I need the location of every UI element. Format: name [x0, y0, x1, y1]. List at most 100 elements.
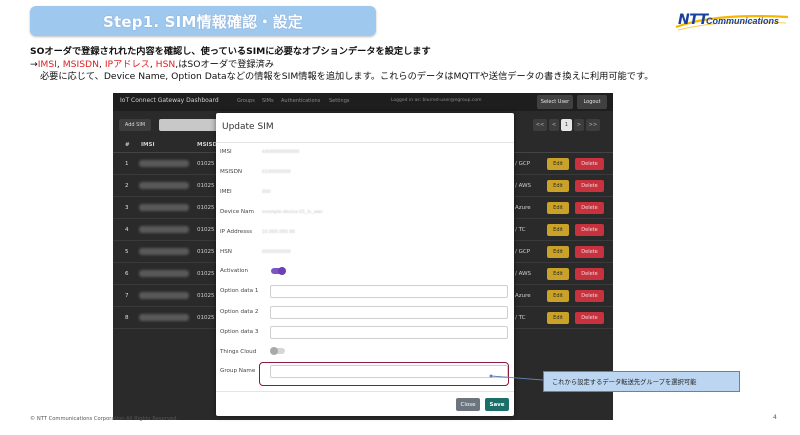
row-msisdn: 01025 — [197, 293, 215, 299]
edit-button[interactable]: Edit — [547, 246, 569, 258]
delete-button[interactable]: Delete — [575, 290, 604, 302]
row-msisdn: 01025 — [197, 183, 215, 189]
group-name-highlight-box — [259, 362, 509, 386]
logo-communications-text: Communications — [706, 16, 780, 26]
imsi-blurred — [139, 182, 189, 189]
things-cloud-label: Things Cloud — [220, 349, 257, 355]
row-cloud: / TC — [515, 227, 526, 233]
imsi-blurred — [139, 292, 189, 299]
option-data-1-input[interactable] — [270, 285, 508, 298]
group-name-label: Group Name — [220, 368, 256, 374]
imsi-blurred — [139, 248, 189, 255]
ip-address-value: 10.000.000.00 — [262, 230, 295, 235]
row-number: 4 — [125, 227, 129, 233]
logout-button[interactable]: Logout — [577, 95, 607, 109]
msisdn-label: MSISDN — [220, 169, 243, 175]
edit-button[interactable]: Edit — [547, 224, 569, 236]
edit-button[interactable]: Edit — [547, 202, 569, 214]
delete-button[interactable]: Delete — [575, 224, 604, 236]
option-data-2-label: Option data 2 — [220, 309, 259, 315]
edit-button[interactable]: Edit — [547, 180, 569, 192]
page-prev-button[interactable]: < — [549, 119, 559, 131]
imsi-blurred — [139, 314, 189, 321]
edit-button[interactable]: Edit — [547, 158, 569, 170]
activation-label: Activation — [220, 268, 249, 274]
delete-button[interactable]: Delete — [575, 202, 604, 214]
modal-header-divider — [216, 142, 514, 143]
step-banner: Step1. SIM情報確認・設定 — [30, 6, 376, 36]
imsi-blurred — [139, 270, 189, 277]
row-msisdn: 01025 — [197, 161, 215, 167]
row-number: 7 — [125, 293, 129, 299]
page-number: 4 — [773, 414, 777, 421]
delete-button[interactable]: Delete — [575, 312, 604, 324]
nav-link-settings[interactable]: Settings — [329, 98, 350, 104]
page-first-button[interactable]: << — [533, 119, 547, 131]
top-navbar: IoT Connect Gateway Dashboard Groups SIM… — [113, 93, 613, 111]
delete-button[interactable]: Delete — [575, 246, 604, 258]
edit-button[interactable]: Edit — [547, 268, 569, 280]
imei-label: IMEI — [220, 189, 232, 195]
page-next-button[interactable]: > — [574, 119, 584, 131]
description-line-1: SOオーダで登録されれた内容を確認し、使っているSIMに必要なオプションデータを… — [30, 46, 431, 57]
row-cloud: Azure — [515, 205, 531, 211]
imsi-blurred — [139, 226, 189, 233]
row-cloud: / AWS — [515, 183, 531, 189]
activation-toggle[interactable] — [271, 267, 286, 275]
row-number: 2 — [125, 183, 129, 189]
row-cloud: Azure — [515, 293, 531, 299]
add-sim-button[interactable]: Add SIM — [119, 119, 151, 131]
edit-button[interactable]: Edit — [547, 312, 569, 324]
option-data-2-input[interactable] — [270, 306, 508, 319]
modal-title: Update SIM — [222, 122, 274, 132]
col-imsi: IMSI — [141, 142, 155, 148]
ntt-communications-logo: NTT Communications — [672, 11, 790, 33]
search-input[interactable] — [159, 119, 219, 131]
things-cloud-toggle[interactable] — [270, 347, 285, 355]
row-msisdn: 01025 — [197, 249, 215, 255]
page-current-button[interactable]: 1 — [561, 119, 572, 131]
delete-button[interactable]: Delete — [575, 268, 604, 280]
save-button[interactable]: Save — [485, 398, 509, 411]
imsi-label: IMSI — [220, 149, 232, 155]
nav-link-authentications[interactable]: Authentications — [281, 98, 320, 104]
col-number: # — [125, 142, 130, 148]
dashboard-brand[interactable]: IoT Connect Gateway Dashboard — [120, 97, 219, 104]
imei-value: 000 — [262, 190, 271, 195]
row-msisdn: 01025 — [197, 205, 215, 211]
row-number: 8 — [125, 315, 129, 321]
row-cloud: / GCP — [515, 161, 531, 167]
row-number: 1 — [125, 161, 129, 167]
option-data-3-label: Option data 3 — [220, 329, 259, 335]
ip-address-label: IP Addresss — [220, 229, 252, 235]
hsn-value: 0000000000 — [262, 250, 291, 255]
callout-box: これから設定するデータ転送先グループを選択可能 — [543, 371, 740, 392]
logo-ntt-text: NTT — [678, 12, 708, 28]
close-button[interactable]: Close — [456, 398, 480, 411]
delete-button[interactable]: Delete — [575, 180, 604, 192]
row-msisdn: 01025 — [197, 227, 215, 233]
edit-button[interactable]: Edit — [547, 290, 569, 302]
pagination: << < 1 > >> — [533, 119, 600, 131]
slide: Step1. SIM情報確認・設定 NTT Communications SOオ… — [0, 0, 800, 435]
row-msisdn: 01025 — [197, 271, 215, 277]
option-data-3-input[interactable] — [270, 326, 508, 339]
imsi-blurred — [139, 160, 189, 167]
arrow-text: → — [30, 59, 38, 70]
delete-button[interactable]: Delete — [575, 158, 604, 170]
row-number: 5 — [125, 249, 129, 255]
select-user-button[interactable]: Select User — [537, 95, 573, 109]
page-last-button[interactable]: >> — [586, 119, 600, 131]
nav-link-sims[interactable]: SIMs — [262, 98, 274, 104]
logged-in-user: Logged in as: blurred-user@ngroup.com — [391, 98, 482, 103]
msisdn-value: 0100000000 — [262, 170, 291, 175]
description-line-3: 必要に応じて、Device Name, Option Dataなどの情報をSIM… — [40, 71, 654, 82]
callout-connector-line — [489, 374, 544, 381]
row-msisdn: 01025 — [197, 315, 215, 321]
row-number: 6 — [125, 271, 129, 277]
device-name-value: example-device-01_tc_aws — [262, 210, 323, 215]
nav-link-groups[interactable]: Groups — [237, 98, 255, 104]
option-data-1-label: Option data 1 — [220, 288, 259, 294]
modal-footer-divider — [216, 391, 514, 392]
device-name-label: Device Nam — [220, 209, 254, 215]
